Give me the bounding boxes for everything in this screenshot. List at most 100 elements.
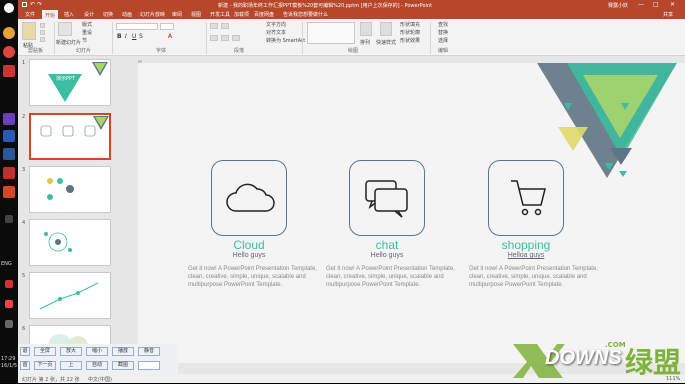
zoom-out-button[interactable]: 缩小 [86, 347, 108, 356]
shapes-gallery[interactable] [307, 22, 355, 44]
app-icon[interactable] [3, 130, 15, 142]
first-button[interactable]: 首 [20, 361, 30, 370]
numbering-button[interactable] [221, 23, 229, 29]
save-icon[interactable] [22, 2, 27, 7]
language-status[interactable]: 中文(中国) [88, 376, 112, 383]
group-slides: 幻灯片 [76, 48, 92, 54]
select-button[interactable]: 选择 [438, 37, 448, 44]
shape-fill-button[interactable]: 形状填充 [400, 21, 420, 28]
mute-button[interactable]: 静音 [138, 347, 160, 356]
italic-button[interactable]: I [125, 33, 127, 40]
powerpoint-window: ↶ ↷ 新建 - 我的职场年终工作汇报PPT模板%20套可编辑%20.pptm … [18, 0, 685, 383]
page-input[interactable] [138, 361, 160, 370]
fullscreen-button[interactable]: 全屏 [34, 347, 56, 356]
tab-review[interactable]: 审阅 [172, 11, 182, 18]
align-right-button[interactable] [232, 35, 240, 41]
app-icon[interactable] [3, 167, 15, 179]
slide-thumbnail-2[interactable] [29, 113, 111, 160]
tab-addins[interactable]: 加载项 [234, 11, 249, 18]
tab-developer[interactable]: 开发工具 [210, 11, 230, 18]
card-subtitle: Hello guys [370, 252, 404, 259]
visual-studio-icon[interactable] [3, 113, 15, 125]
watermark-brand: DOWNS [545, 347, 622, 369]
redo-icon[interactable]: ↷ [37, 1, 42, 8]
language-indicator[interactable]: ENG [1, 262, 12, 267]
cart-icon [511, 180, 546, 216]
clock-time[interactable]: 17:29 [1, 357, 15, 362]
tab-home[interactable]: 开始 [42, 10, 59, 19]
align-left-button[interactable] [210, 35, 218, 41]
prev-button[interactable]: 上 [60, 361, 82, 370]
slide-thumbnail-1[interactable]: 演示PPT [29, 59, 111, 106]
play-button[interactable]: 播放 [112, 347, 134, 356]
shopping-card[interactable] [488, 160, 564, 236]
slide-thumbnail-4[interactable] [29, 219, 111, 266]
app-icon[interactable] [3, 65, 15, 77]
chat-card[interactable] [349, 160, 425, 236]
undo-icon[interactable]: ↶ [30, 1, 35, 8]
minimize-button[interactable]: — [638, 1, 644, 8]
cut-icon[interactable] [40, 23, 45, 28]
paste-button[interactable] [22, 22, 36, 40]
tray-icon[interactable] [5, 300, 13, 308]
share-button[interactable]: 共享 [663, 11, 673, 18]
tray-icon[interactable] [5, 280, 13, 288]
maximize-button[interactable]: □ [653, 1, 659, 8]
auto-button[interactable]: 自动 [86, 361, 108, 370]
find-button[interactable]: 查找 [438, 21, 448, 28]
new-slide-button[interactable] [58, 22, 72, 36]
chrome-icon[interactable] [3, 46, 15, 58]
card-title: Cloud [233, 238, 265, 252]
browser-icon[interactable] [3, 27, 15, 39]
text-direction-button[interactable]: 文字方向 [266, 21, 286, 28]
screenshot-button[interactable]: 截图 [112, 361, 134, 370]
format-painter-icon[interactable] [40, 37, 45, 42]
section-button[interactable]: 节 [82, 37, 87, 44]
separator [206, 22, 207, 54]
powerpoint-icon[interactable] [3, 186, 15, 198]
close-button[interactable]: ✕ [670, 1, 675, 8]
tab-animations[interactable]: 动画 [122, 11, 132, 18]
align-text-button[interactable]: 对齐文本 [266, 29, 286, 36]
tab-view[interactable]: 视图 [191, 11, 201, 18]
slide-thumbnail-3[interactable] [29, 166, 111, 213]
font-color-button[interactable]: A [168, 33, 172, 40]
exit-button[interactable]: 退 [20, 347, 30, 356]
smartart-button[interactable]: 转换为 SmartArt [266, 37, 305, 44]
arrange-button[interactable] [360, 22, 372, 36]
bold-button[interactable]: B [117, 33, 122, 40]
user-name[interactable]: 赛露小妖 [608, 2, 628, 9]
tab-baidu[interactable]: 百度网盘 [254, 11, 274, 18]
shape-effects-button[interactable]: 形状效果 [400, 37, 420, 44]
reset-button[interactable]: 重设 [82, 29, 92, 36]
bullets-button[interactable] [210, 23, 218, 29]
tell-me-search[interactable]: 告诉我您想要做什么 [283, 11, 328, 18]
shape-outline-button[interactable]: 形状轮廓 [400, 29, 420, 36]
quick-styles-button[interactable] [380, 22, 392, 36]
underline-button[interactable]: U [132, 33, 136, 40]
copy-icon[interactable] [40, 30, 45, 35]
tab-slideshow[interactable]: 幻灯片放映 [140, 11, 165, 18]
word-icon[interactable] [3, 148, 15, 160]
font-size-box[interactable] [160, 23, 174, 30]
tab-transitions[interactable]: 切换 [103, 11, 113, 18]
tray-icon[interactable] [5, 320, 13, 328]
start-icon[interactable] [4, 3, 14, 13]
clock-date[interactable]: 16/1/5 [1, 364, 17, 369]
slide-counter: 幻灯片 第 2 张，共 22 张 [22, 377, 80, 383]
font-name-box[interactable] [116, 23, 158, 30]
zoom-in-button[interactable]: 放大 [60, 347, 82, 356]
tray-icon[interactable] [5, 215, 13, 223]
title-bar: ↶ ↷ 新建 - 我的职场年终工作汇报PPT模板%20套可编辑%20.pptm … [18, 0, 685, 10]
replace-button[interactable]: 替换 [438, 29, 448, 36]
align-center-button[interactable] [221, 35, 229, 41]
slide-thumbnail-5[interactable] [29, 272, 111, 319]
tab-file[interactable]: 文件 [25, 11, 35, 18]
layout-button[interactable]: 版式 [82, 21, 92, 28]
cloud-card[interactable] [211, 160, 287, 236]
tab-design[interactable]: 设计 [84, 11, 94, 18]
next-page-button[interactable]: 下一页 [34, 361, 56, 370]
strikethrough-button[interactable]: S [139, 33, 143, 40]
thumb-number: 5 [22, 273, 26, 279]
tab-insert[interactable]: 插入 [64, 11, 74, 18]
